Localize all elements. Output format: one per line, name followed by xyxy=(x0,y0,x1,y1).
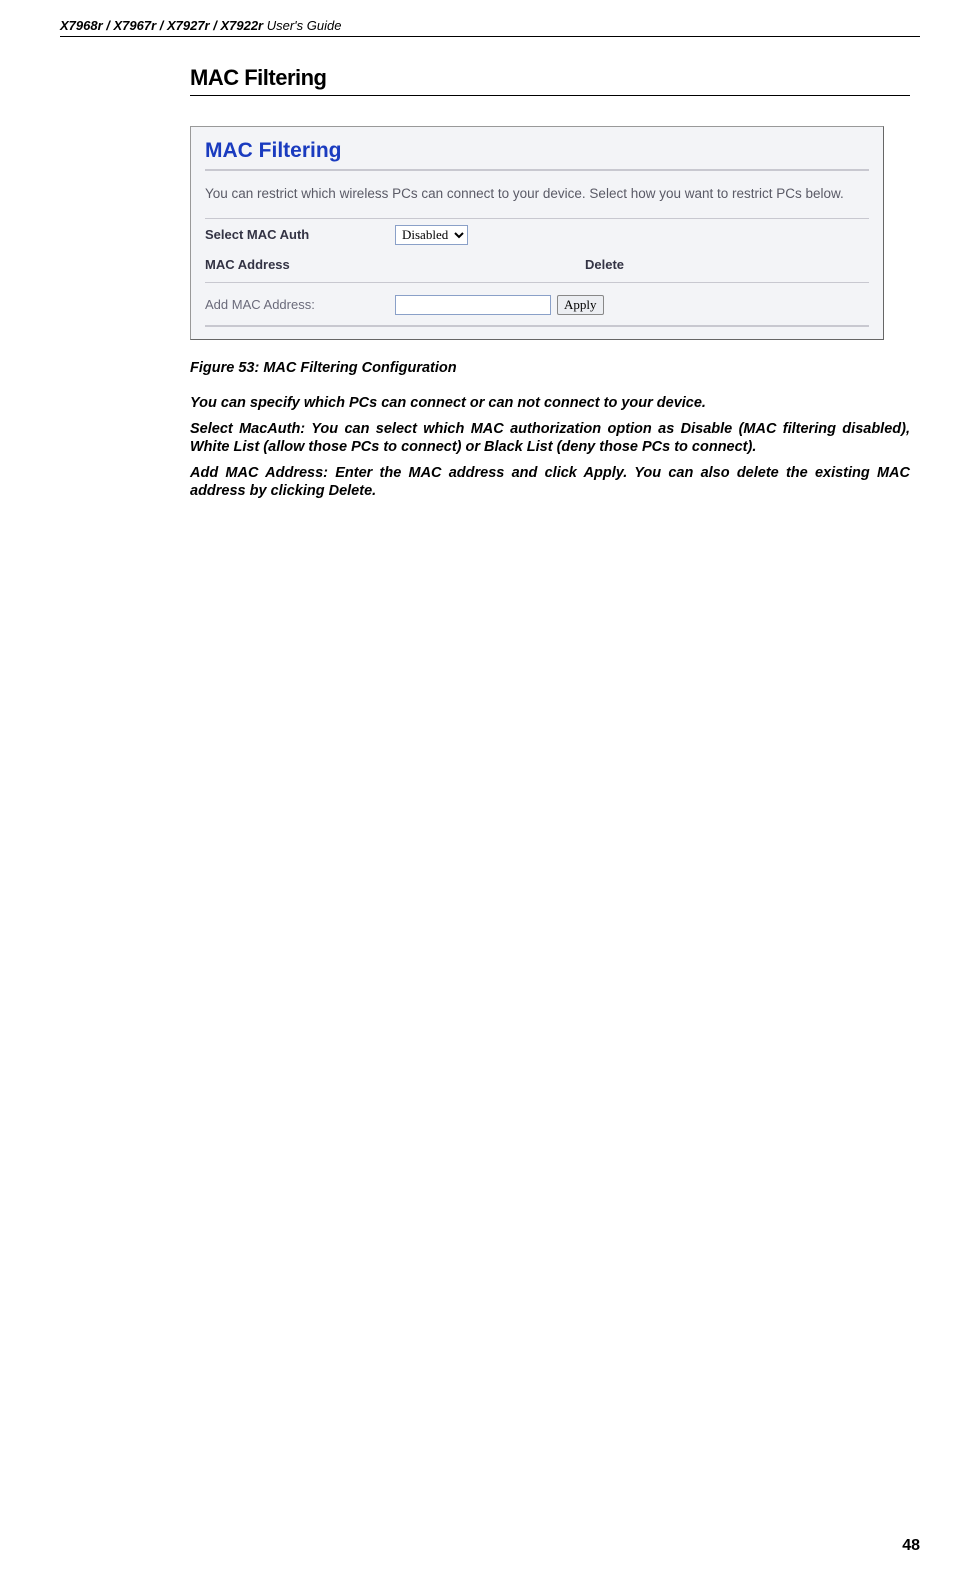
mac-address-header-row: MAC Address Delete xyxy=(205,251,869,282)
paragraph-3: Add MAC Address: Enter the MAC address a… xyxy=(190,464,910,500)
add-mac-label: Add MAC Address: xyxy=(205,297,395,312)
page-header: X7968r / X7967r / X7927r / X7922r User's… xyxy=(60,0,920,37)
select-mac-auth-row: Select MAC Auth Disabled xyxy=(205,219,869,251)
panel-description: You can restrict which wireless PCs can … xyxy=(205,171,869,218)
add-mac-input[interactable] xyxy=(395,295,551,315)
figure-caption: Figure 53: MAC Filtering Configuration xyxy=(190,360,910,376)
mac-auth-select[interactable]: Disabled xyxy=(395,225,468,245)
add-mac-row: Add MAC Address: Apply xyxy=(205,283,869,325)
select-mac-auth-label: Select MAC Auth xyxy=(205,227,395,242)
panel-title: MAC Filtering xyxy=(205,135,869,169)
page-number: 48 xyxy=(902,1537,920,1555)
mac-address-label: MAC Address xyxy=(205,257,585,272)
header-models: X7968r / X7967r / X7927r / X7922r xyxy=(60,18,263,33)
header-guide: User's Guide xyxy=(263,18,341,33)
apply-button[interactable]: Apply xyxy=(557,295,604,315)
section-title: MAC Filtering xyxy=(190,65,910,96)
delete-column-label: Delete xyxy=(585,257,624,272)
paragraph-2: Select MacAuth: You can select which MAC… xyxy=(190,420,910,456)
paragraph-1: You can specify which PCs can connect or… xyxy=(190,394,910,412)
divider xyxy=(205,325,869,327)
config-screenshot: MAC Filtering You can restrict which wir… xyxy=(190,126,884,340)
